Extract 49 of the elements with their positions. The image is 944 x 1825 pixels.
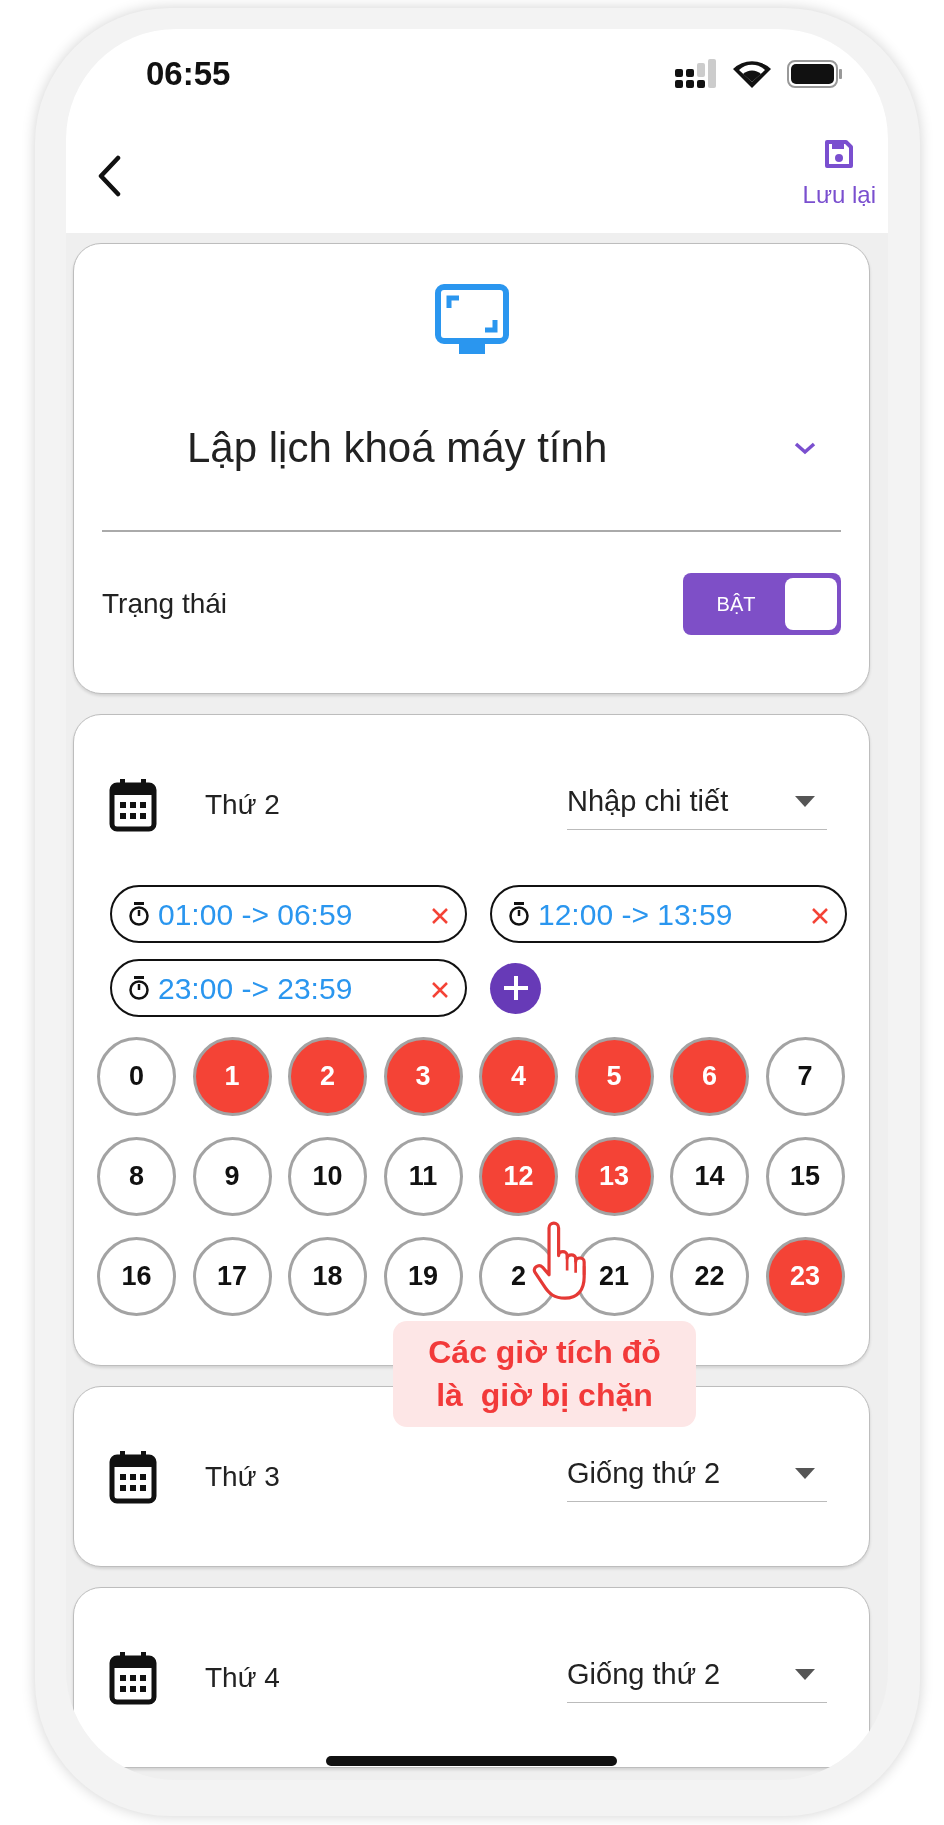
day-label: Thứ 4: [205, 1661, 280, 1695]
back-button[interactable]: [96, 155, 122, 197]
calendar-icon: [109, 778, 157, 832]
hour-button[interactable]: 1: [192, 1037, 272, 1116]
hour-button[interactable]: 17: [192, 1237, 272, 1316]
battery-icon: [787, 60, 843, 88]
caret-icon: [795, 1669, 815, 1680]
hour-button[interactable]: 18: [288, 1237, 367, 1316]
hour-button[interactable]: 22: [670, 1237, 749, 1316]
hour-button[interactable]: 13: [574, 1137, 654, 1216]
calendar-icon: [109, 1450, 157, 1504]
status-label: Trạng thái: [102, 587, 228, 621]
card-title: Lập lịch khoá máy tính: [187, 422, 608, 473]
hour-button[interactable]: 6: [670, 1037, 749, 1116]
hour-button[interactable]: 4: [479, 1037, 558, 1116]
stopwatch-icon: [508, 901, 530, 927]
hour-button[interactable]: 7: [765, 1037, 845, 1116]
mode-dropdown[interactable]: Giống thứ 2: [567, 1652, 827, 1704]
hint-callout: Các giờ tích đỏ là giờ bị chặn: [393, 1321, 696, 1428]
day-label: Thứ 3: [205, 1460, 280, 1494]
monitor-icon: [434, 284, 509, 356]
caret-icon: [795, 796, 815, 807]
hour-button[interactable]: 8: [97, 1137, 176, 1216]
caret-icon: [795, 1468, 815, 1479]
hour-button[interactable]: 19: [383, 1237, 463, 1316]
stopwatch-icon: [128, 975, 150, 1001]
status-time: 06:55: [146, 54, 231, 95]
hour-button[interactable]: 11: [383, 1137, 463, 1216]
hour-button[interactable]: 10: [288, 1137, 367, 1216]
hour-button[interactable]: 5: [574, 1037, 654, 1116]
calendar-icon: [109, 1651, 157, 1705]
signal-icon: [675, 59, 717, 89]
save-button[interactable]: Lưu lại: [802, 139, 876, 213]
hour-button[interactable]: 23: [765, 1237, 845, 1316]
mode-dropdown[interactable]: Giống thứ 2: [567, 1451, 827, 1503]
hour-button[interactable]: 14: [670, 1137, 749, 1216]
day-label: Thứ 2: [205, 788, 280, 822]
mode-dropdown[interactable]: Nhập chi tiết: [567, 779, 827, 831]
hour-button[interactable]: 16: [97, 1237, 176, 1316]
hour-button[interactable]: 15: [765, 1137, 845, 1216]
hour-button[interactable]: 0: [97, 1037, 176, 1116]
add-button[interactable]: [490, 962, 541, 1014]
toggle-switch[interactable]: BẬT: [683, 573, 841, 635]
hour-button[interactable]: 2: [288, 1037, 367, 1116]
stopwatch-icon: [128, 901, 150, 927]
hour-button[interactable]: 12: [479, 1137, 558, 1216]
wifi-icon: [733, 60, 771, 88]
hour-button[interactable]: 3: [383, 1037, 463, 1116]
hour-button[interactable]: 9: [192, 1137, 272, 1216]
